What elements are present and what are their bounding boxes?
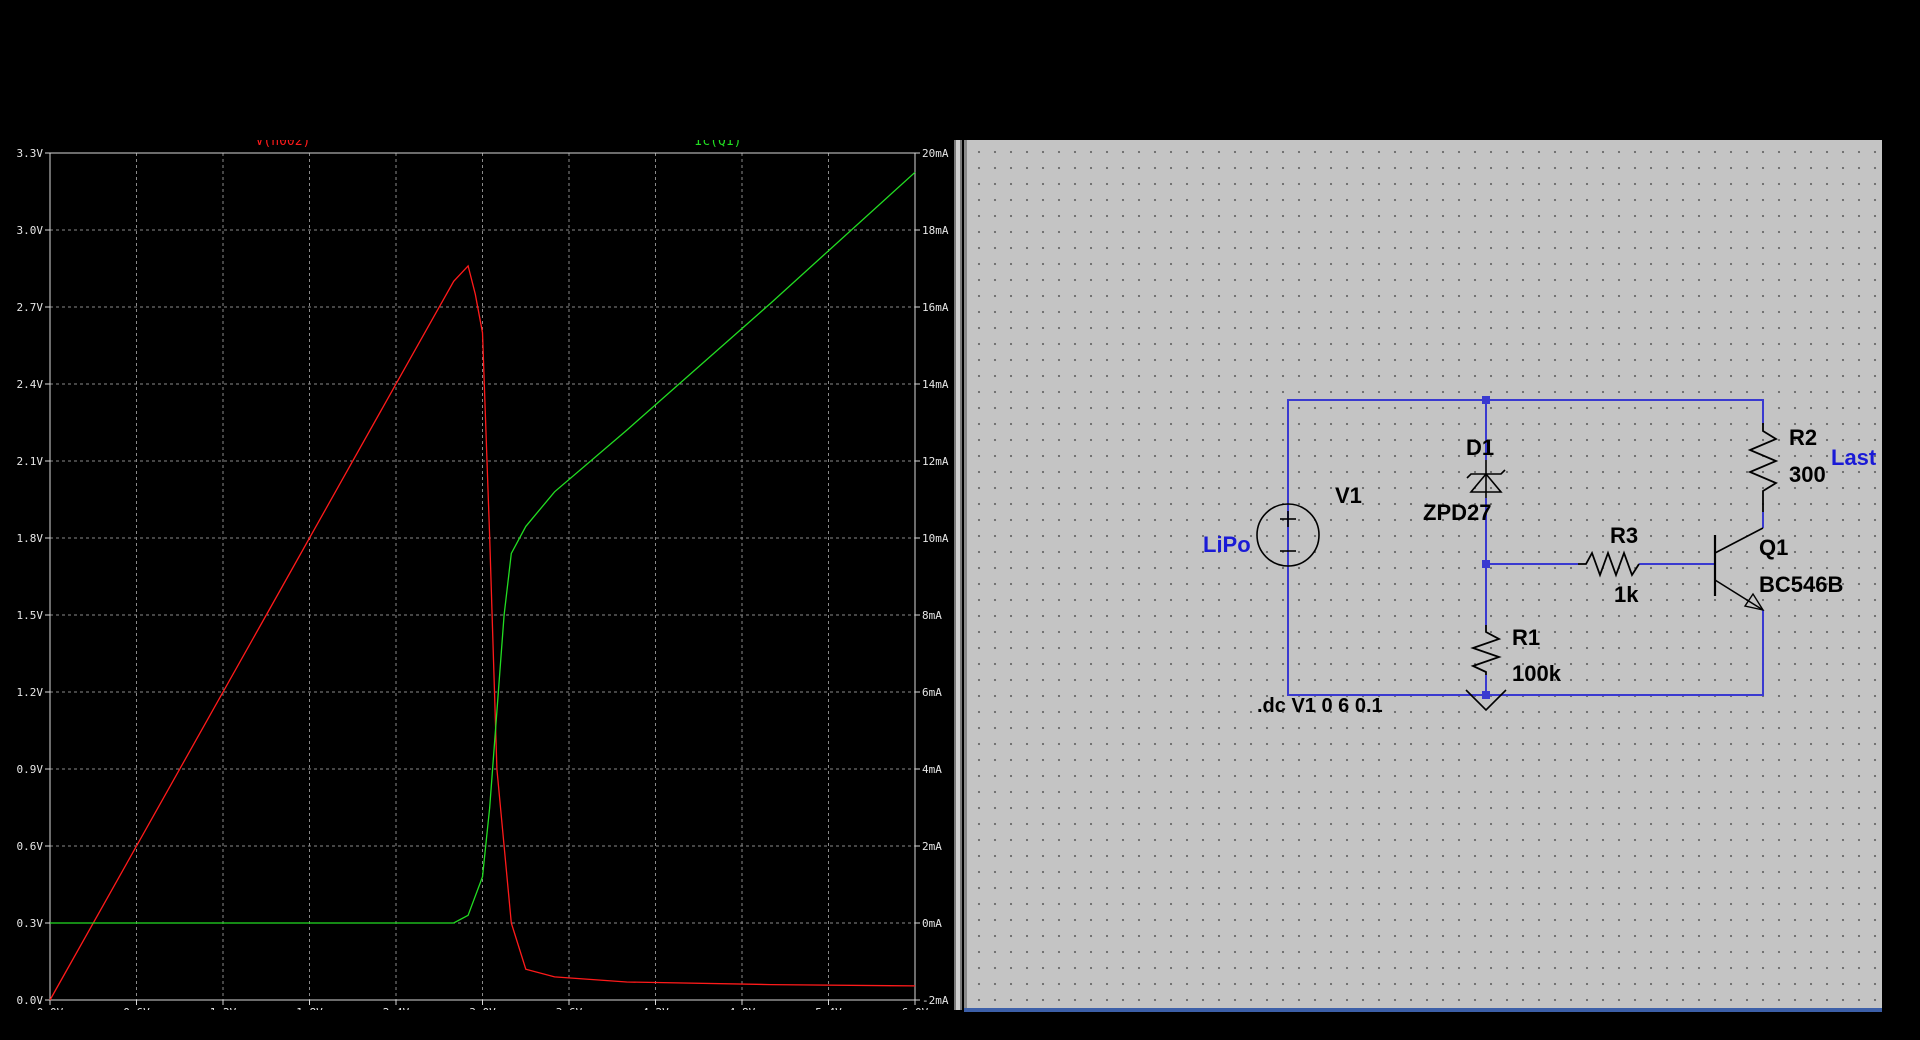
schematic-status-strip (964, 1008, 1882, 1012)
x-tick-label: 1.2V (210, 1006, 237, 1010)
resistor-r2 (1747, 423, 1779, 512)
x-tick-label: 3.6V (556, 1006, 583, 1010)
label-r2-value[interactable]: 300 (1789, 462, 1826, 487)
resistor-r1 (1470, 625, 1502, 675)
trace-label-vn002[interactable]: V(n002) (256, 140, 311, 149)
label-q1-model[interactable]: BC546B (1759, 572, 1843, 597)
waveform-plot[interactable]: 3.3V 3.0V 2.7V 2.4V 2.1V 1.8V 1.5V 1.2V 0.9V 0.6V… (8, 140, 950, 1010)
y-left-tick-label: 1.5V (17, 609, 44, 622)
y-right-tick-label: 14mA (922, 378, 949, 391)
x-tick-label: 2.4V (383, 1006, 410, 1010)
x-tick-label: 0.6V (123, 1006, 150, 1010)
junction-dot (1482, 560, 1490, 568)
label-r3-value[interactable]: 1k (1614, 582, 1639, 607)
y-right-tick-label: 16mA (922, 301, 949, 314)
y-left-tick-label: 2.4V (17, 378, 44, 391)
x-tick-label: 1.8V (296, 1006, 323, 1010)
x-tick-label: 4.2V (642, 1006, 669, 1010)
label-zpd27[interactable]: ZPD27 (1423, 500, 1491, 525)
y-right-tick-label: 8mA (922, 609, 942, 622)
schematic-editor[interactable]: LiPo V1 D1 ZPD27 R3 1k R1 100k R2 300 Last Q1 BC546B… (964, 140, 1882, 1008)
y-right-tick-label: 18mA (922, 224, 949, 237)
y-left-tick-label: 3.0V (17, 224, 44, 237)
x-tick-label: 4.8V (729, 1006, 756, 1010)
label-d1[interactable]: D1 (1466, 435, 1494, 460)
y-left-tick-label: 1.8V (17, 532, 44, 545)
junction-dot (1482, 396, 1490, 404)
spice-directive[interactable]: .dc V1 0 6 0.1 (1257, 695, 1383, 717)
x-tick-label: 3.0V (469, 1006, 496, 1010)
y-left-tick-label: 0.9V (17, 763, 44, 776)
y-left-tick-label: 1.2V (17, 686, 44, 699)
y-right-tick-label: 2mA (922, 840, 942, 853)
trace-icq1[interactable] (50, 171, 916, 924)
plot-canvas[interactable]: 3.3V 3.0V 2.7V 2.4V 2.1V 1.8V 1.5V 1.2V 0.9V 0.6V… (8, 140, 950, 1010)
trace-label-icq1[interactable]: Ic(Q1) (695, 140, 742, 149)
y-left-tick-label: 2.7V (17, 301, 44, 314)
y-left-tick-label: 2.1V (17, 455, 44, 468)
y-right-tick-label: 10mA (922, 532, 949, 545)
label-r1-value[interactable]: 100k (1512, 661, 1562, 686)
junction-dot (1482, 691, 1490, 699)
x-tick-label: 6.0V (902, 1006, 929, 1010)
label-q1[interactable]: Q1 (1759, 535, 1788, 560)
y-right-tick-label: 20mA (922, 147, 949, 160)
label-r1[interactable]: R1 (1512, 625, 1540, 650)
y-left-tick-label: 0.3V (17, 917, 44, 930)
label-r2[interactable]: R2 (1789, 425, 1817, 450)
schematic-canvas[interactable]: LiPo V1 D1 ZPD27 R3 1k R1 100k R2 300Last Q1 BC546B… (967, 140, 1885, 1008)
label-v1[interactable]: V1 (1335, 483, 1362, 508)
net-label-lipo[interactable]: LiPo (1203, 532, 1251, 557)
y-left-tick-label: 0.6V (17, 840, 44, 853)
q1-emitter (1714, 579, 1764, 611)
y-right-tick-label: 4mA (922, 763, 942, 776)
y-right-tick-label: 12mA (922, 455, 949, 468)
resistor-r3 (1578, 550, 1640, 578)
y-right-tick-label: 6mA (922, 686, 942, 699)
label-r3[interactable]: R3 (1610, 523, 1638, 548)
pane-splitter[interactable] (954, 140, 962, 1010)
x-tick-label: 0.0V (37, 1006, 64, 1010)
y-left-tick-label: 3.3V (17, 147, 44, 160)
x-tick-label: 5.4V (815, 1006, 842, 1010)
y-right-tick-label: 0mA (922, 917, 942, 930)
net-label-last[interactable]: Last (1831, 445, 1877, 470)
q1-collector (1714, 527, 1764, 554)
